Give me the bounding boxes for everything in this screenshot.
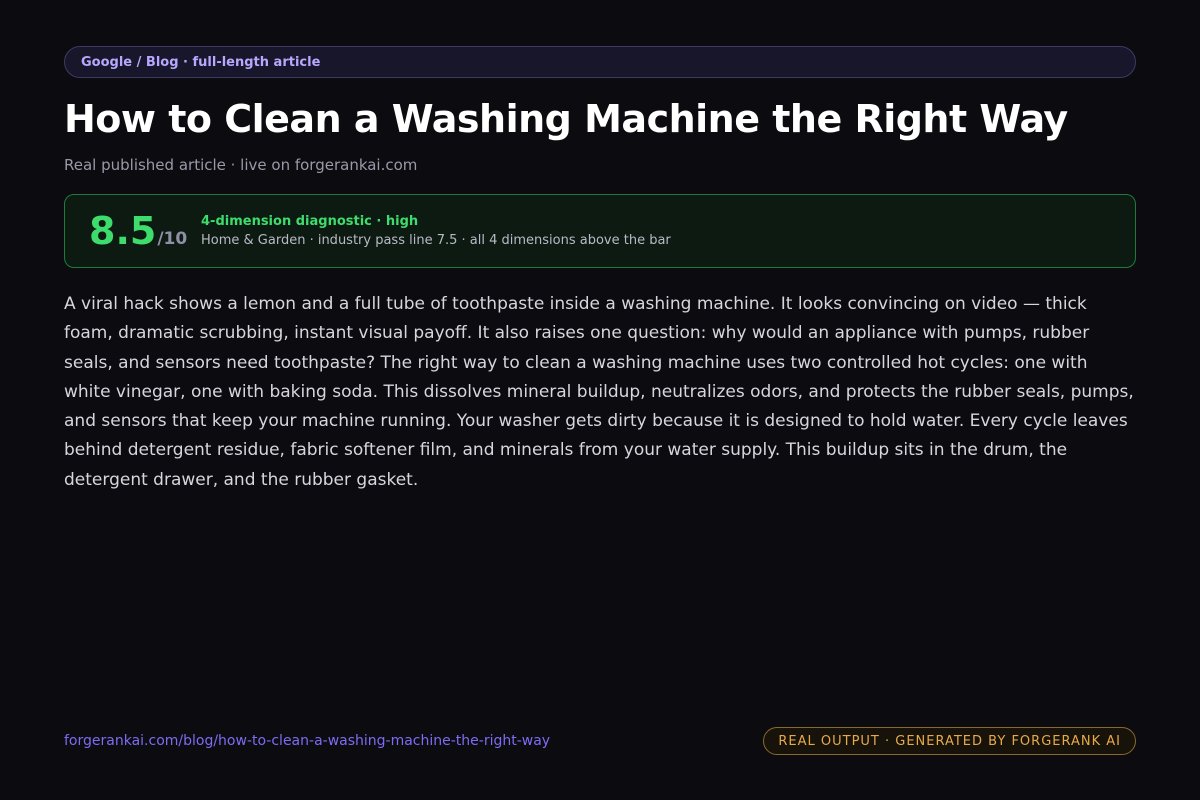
score: 8.5 /10 bbox=[89, 211, 201, 251]
article-url-link[interactable]: forgerankai.com/blog/how-to-clean-a-wash… bbox=[64, 731, 550, 751]
breadcrumb[interactable]: Google / Blog · full-length article bbox=[64, 46, 1136, 78]
score-value: 8.5 bbox=[89, 209, 157, 253]
score-card: 8.5 /10 4-dimension diagnostic · high Ho… bbox=[64, 194, 1136, 268]
generated-by-badge: REAL OUTPUT · GENERATED BY FORGERANK AI bbox=[763, 727, 1136, 755]
subtitle: Real published article · live on forgera… bbox=[64, 156, 418, 174]
score-label: 4-dimension diagnostic · high bbox=[201, 214, 419, 229]
score-details: 4-dimension diagnostic · high Home & Gar… bbox=[201, 214, 671, 248]
article-body: A viral hack shows a lemon and a full tu… bbox=[64, 294, 1134, 490]
article-preview-card: Google / Blog · full-length article How … bbox=[0, 0, 1200, 800]
score-max: /10 bbox=[157, 229, 188, 249]
page-title: How to Clean a Washing Machine the Right… bbox=[64, 97, 1068, 141]
score-description: Home & Garden · industry pass line 7.5 ·… bbox=[201, 233, 671, 248]
